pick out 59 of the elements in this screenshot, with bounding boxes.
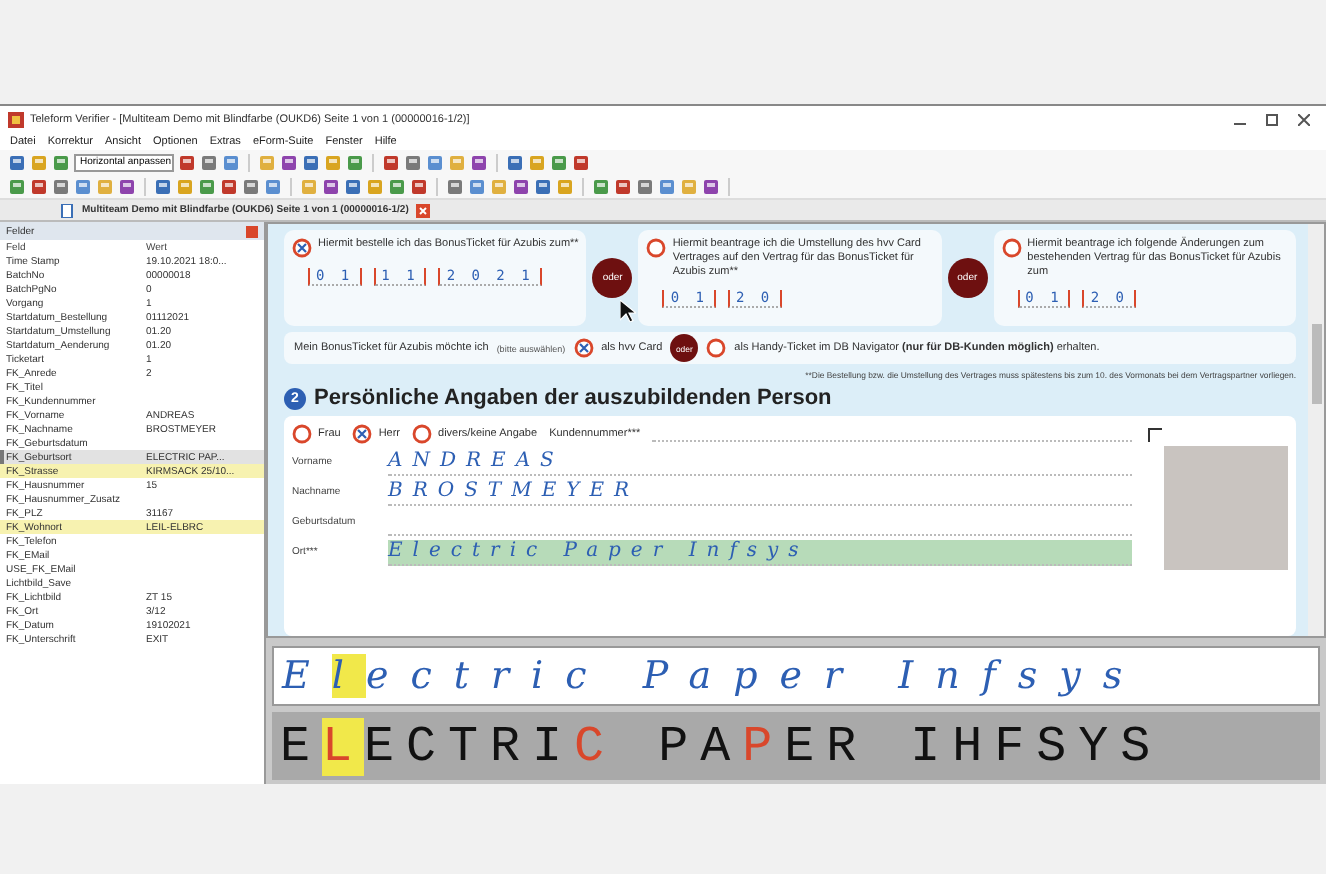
handwritten-field[interactable]: Electric Paper Infsys xyxy=(388,539,1132,565)
tool-icon[interactable] xyxy=(118,177,136,195)
tool-icon[interactable] xyxy=(52,153,70,171)
handwritten-field[interactable]: ANDREAS xyxy=(388,449,1132,475)
tool-icon[interactable] xyxy=(572,153,590,171)
recognized-text[interactable]: E L ECTRI C PA P ER IHFSYS xyxy=(272,712,1320,780)
tool-icon[interactable] xyxy=(702,177,720,195)
handwriting-snippet: E l ectric Paper Infsys xyxy=(272,646,1320,706)
checked-radio[interactable] xyxy=(352,424,373,444)
tool-icon[interactable] xyxy=(468,177,486,195)
tool-icon[interactable] xyxy=(264,177,282,195)
tool-icon[interactable] xyxy=(506,153,524,171)
tool-icon[interactable] xyxy=(52,177,70,195)
tool-icon[interactable] xyxy=(658,177,676,195)
tool-icon[interactable] xyxy=(346,153,364,171)
unchecked-radio[interactable] xyxy=(706,338,727,358)
tool-icon[interactable] xyxy=(512,177,530,195)
tool-icon[interactable] xyxy=(178,153,196,171)
tool-icon[interactable] xyxy=(8,177,26,195)
tool-icon[interactable] xyxy=(154,177,172,195)
tool-icon[interactable] xyxy=(200,153,218,171)
tool-icon[interactable] xyxy=(410,177,428,195)
tool-icon[interactable] xyxy=(344,177,362,195)
tool-icon[interactable] xyxy=(222,153,240,171)
tool-icon[interactable] xyxy=(198,177,216,195)
section-heading: Persönliche Angaben der auszubildenden Person xyxy=(314,386,832,410)
tool-icon[interactable] xyxy=(614,177,632,195)
scrollbar-thumb[interactable] xyxy=(1311,324,1321,404)
tool-icon[interactable] xyxy=(550,153,568,171)
tool-icon[interactable] xyxy=(426,153,444,171)
tool-icon[interactable] xyxy=(446,177,464,195)
unchecked-radio[interactable] xyxy=(412,424,433,444)
unchecked-radio[interactable] xyxy=(646,238,667,258)
tool-icon[interactable] xyxy=(404,153,422,171)
maximize-icon[interactable] xyxy=(1266,113,1278,125)
tool-icon[interactable] xyxy=(74,177,92,195)
tool-icon[interactable] xyxy=(322,177,340,195)
tool-icon[interactable] xyxy=(382,153,400,171)
tool-icon[interactable] xyxy=(592,177,610,195)
app-icon xyxy=(8,111,24,127)
tool-icon[interactable] xyxy=(242,177,260,195)
photo-placeholder xyxy=(1164,446,1288,570)
checked-radio[interactable] xyxy=(573,338,594,358)
tool-icon[interactable] xyxy=(470,153,488,171)
tool-icon[interactable] xyxy=(220,177,238,195)
unchecked-radio[interactable] xyxy=(1001,238,1022,258)
tool-icon[interactable] xyxy=(280,153,298,171)
tool-icon[interactable] xyxy=(302,153,320,171)
handwritten-field[interactable]: BROSTMEYER xyxy=(388,479,1132,505)
tool-icon[interactable] xyxy=(388,177,406,195)
tool-icon[interactable] xyxy=(636,177,654,195)
tool-icon[interactable] xyxy=(8,153,26,171)
tool-icon[interactable] xyxy=(534,177,552,195)
tool-icon[interactable] xyxy=(30,177,48,195)
close-icon[interactable] xyxy=(246,225,258,237)
checked-radio[interactable] xyxy=(292,238,312,258)
unchecked-radio[interactable] xyxy=(292,424,312,444)
close-icon[interactable] xyxy=(1298,113,1310,125)
corner-mark-icon xyxy=(1148,428,1162,442)
